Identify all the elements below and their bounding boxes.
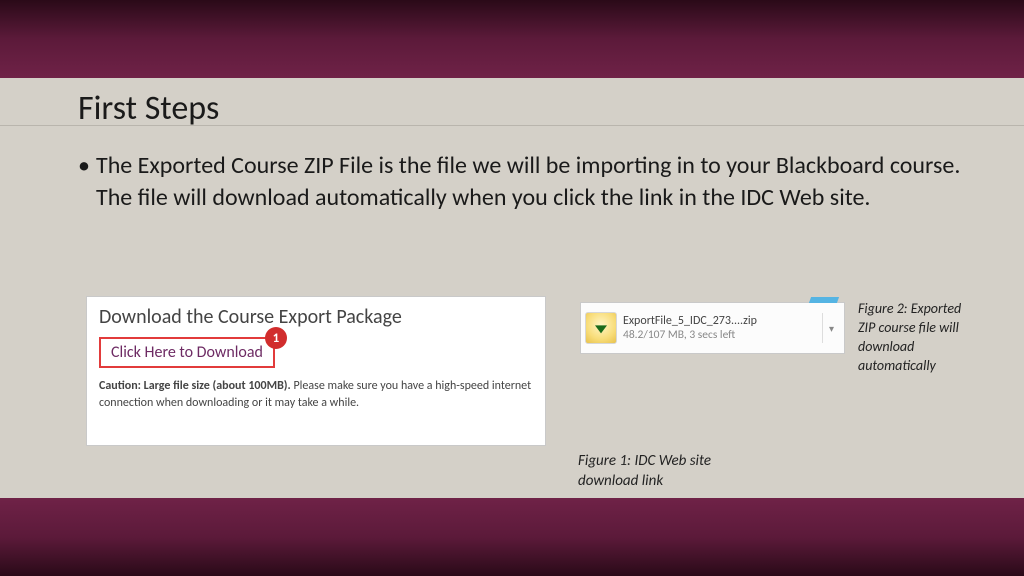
figure2-caption: Figure 2: Exported ZIP course file will … xyxy=(858,300,978,376)
bullet-item: The Exported Course ZIP File is the file… xyxy=(78,150,964,213)
figure1-panel: Download the Course Export Package Click… xyxy=(86,296,546,446)
slide-title: First Steps xyxy=(78,88,219,129)
figure1-caption: Figure 1: IDC Web site download link xyxy=(578,452,768,491)
chevron-down-icon[interactable]: ▾ xyxy=(822,313,840,343)
download-file-icon xyxy=(585,312,617,344)
figure2-download-bar: ExportFile_5_IDC_273....zip 48.2/107 MB,… xyxy=(580,302,845,354)
bottom-gradient-band xyxy=(0,498,1024,576)
download-link[interactable]: Click Here to Download xyxy=(111,343,263,362)
download-progress: 48.2/107 MB, 3 secs left xyxy=(623,328,816,342)
caution-bold: Caution: Large file size (about 100MB). xyxy=(99,379,291,393)
decorative-tab-icon xyxy=(809,297,839,303)
download-info: ExportFile_5_IDC_273....zip 48.2/107 MB,… xyxy=(623,314,816,342)
step-badge: 1 xyxy=(265,327,287,349)
download-link-highlight: Click Here to Download 1 xyxy=(99,337,275,368)
caution-text: Caution: Large file size (about 100MB). … xyxy=(99,378,533,413)
figure1-heading: Download the Course Export Package xyxy=(99,305,533,329)
bullet-list: The Exported Course ZIP File is the file… xyxy=(78,150,964,213)
download-filename: ExportFile_5_IDC_273....zip xyxy=(623,314,816,328)
top-gradient-band xyxy=(0,0,1024,78)
